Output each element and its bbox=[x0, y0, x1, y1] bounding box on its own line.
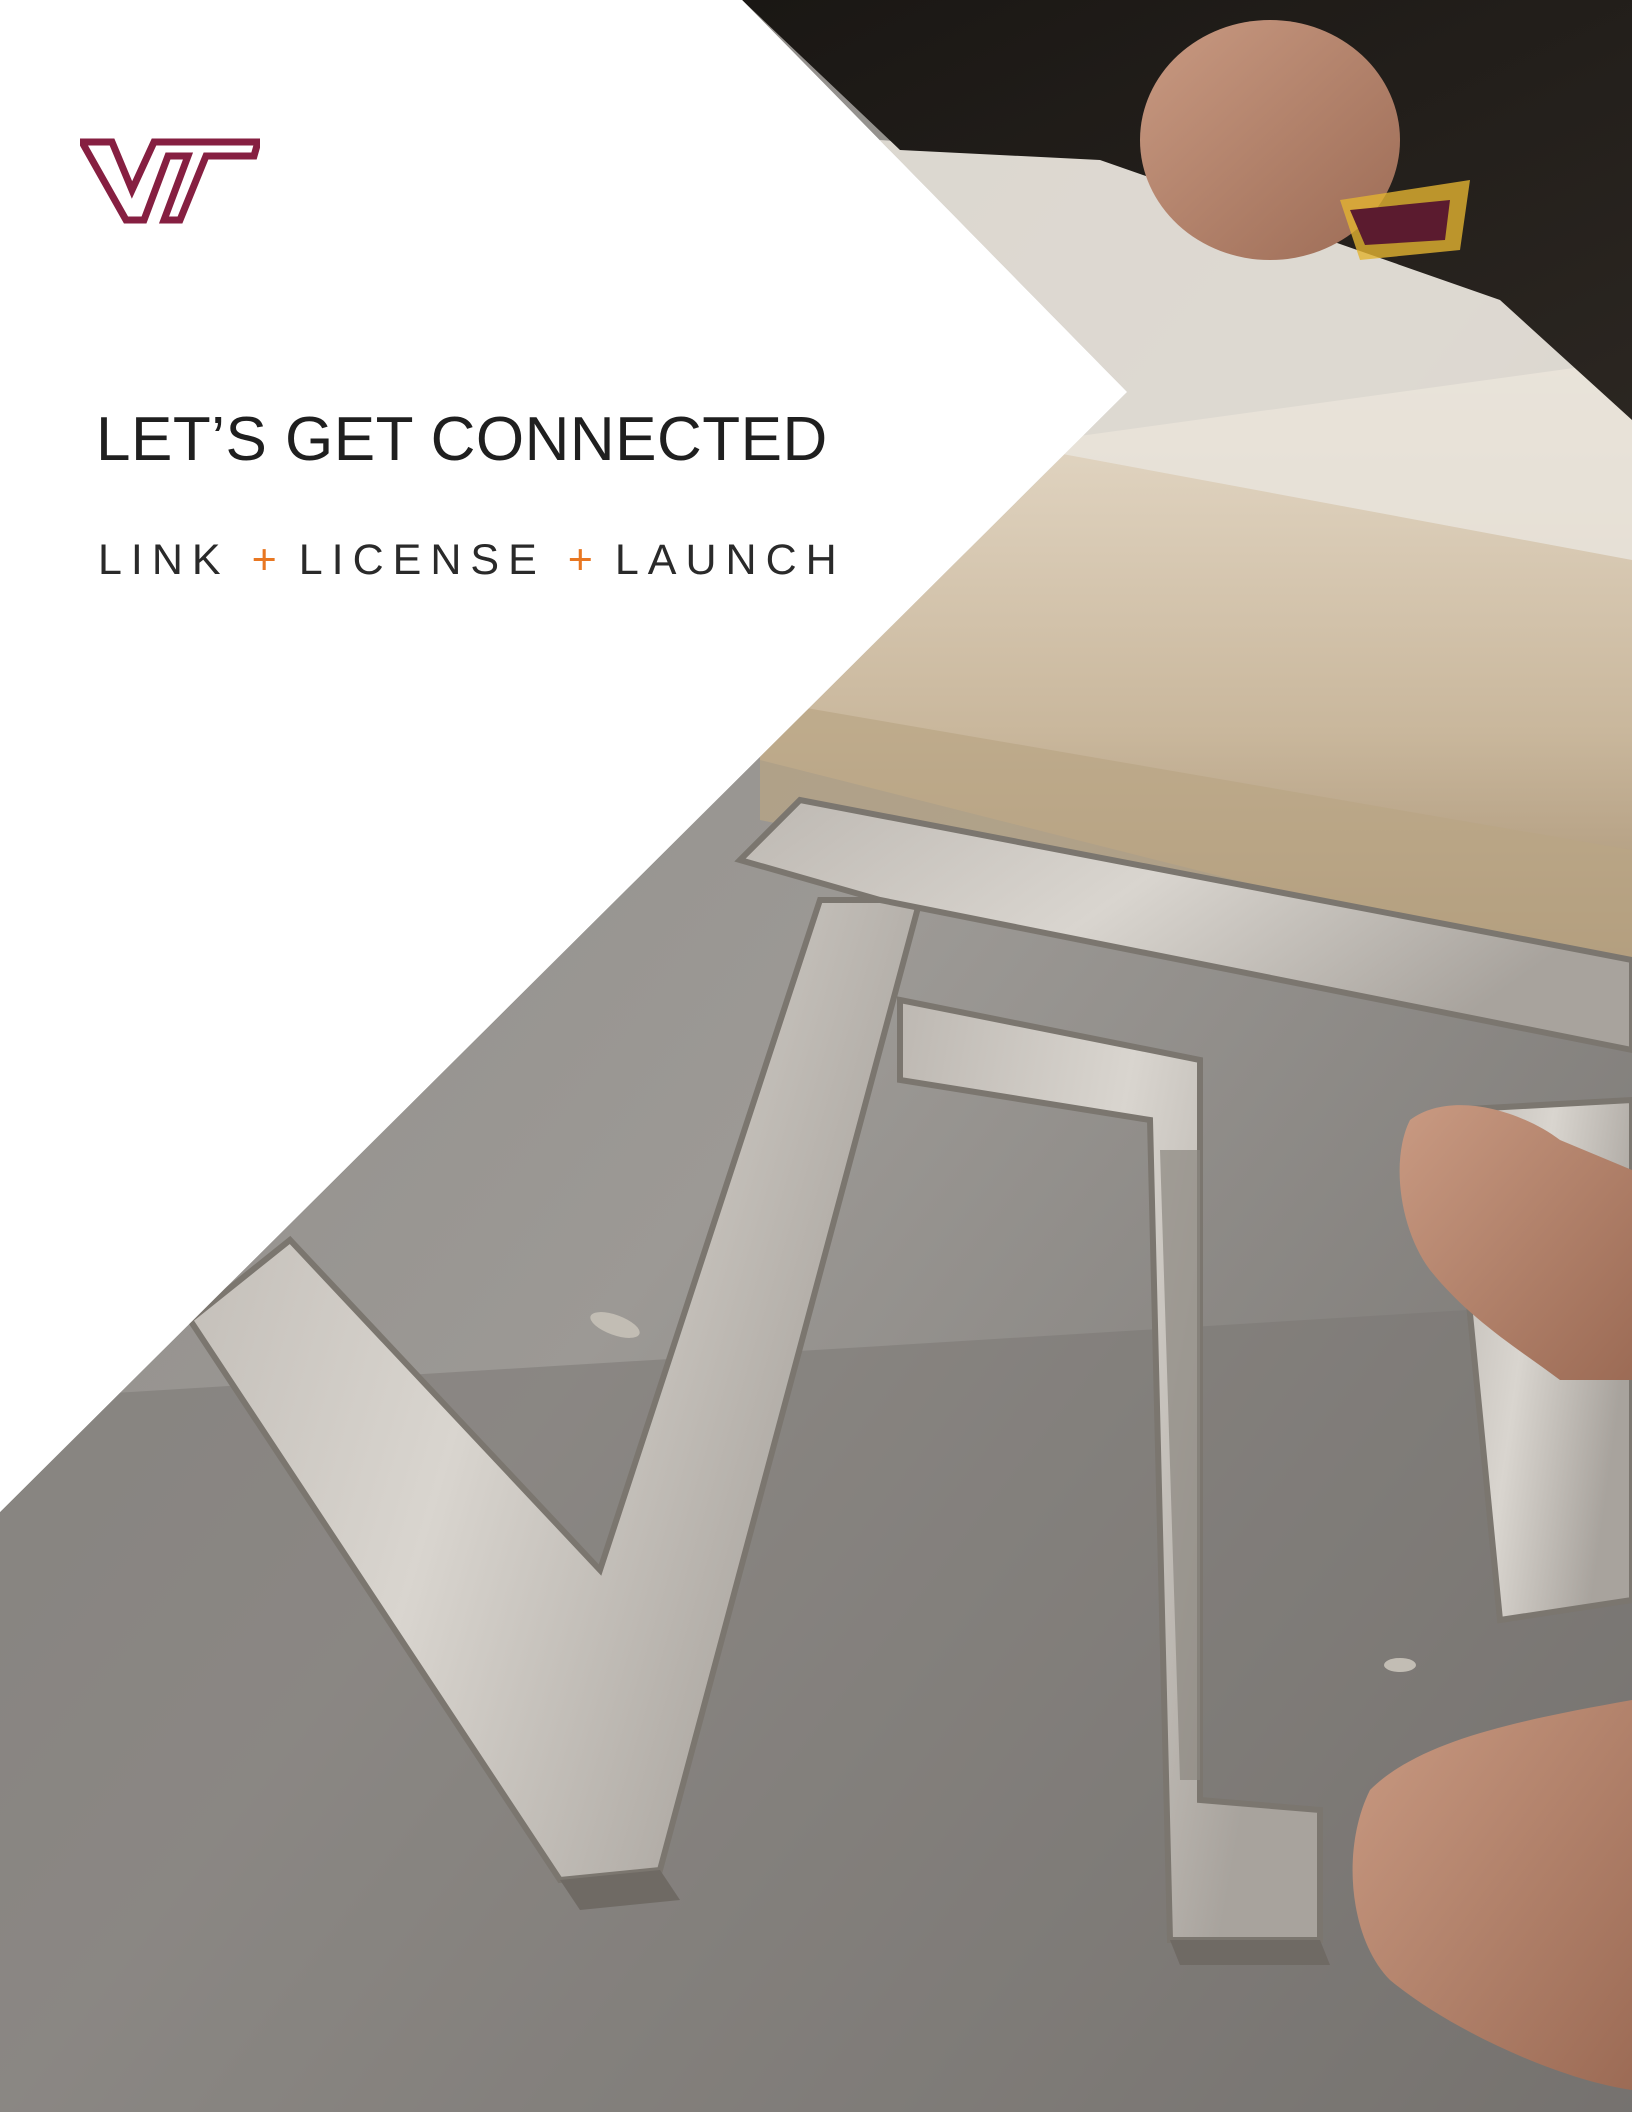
plus-separator: + bbox=[567, 536, 593, 584]
vt-logo-icon bbox=[76, 138, 263, 224]
page-title: LET’S GET CONNECTED bbox=[96, 405, 828, 474]
tagline-link: LINK bbox=[98, 536, 230, 584]
tagline-license: LICENSE bbox=[298, 536, 546, 584]
tagline: LINK + LICENSE + LAUNCH bbox=[98, 536, 846, 585]
tagline-launch: LAUNCH bbox=[614, 536, 846, 584]
plus-separator: + bbox=[251, 536, 277, 584]
cover-photo bbox=[0, 0, 1632, 2112]
cover-page: LET’S GET CONNECTED LINK + LICENSE + LAUNCH bbox=[0, 0, 1632, 2112]
